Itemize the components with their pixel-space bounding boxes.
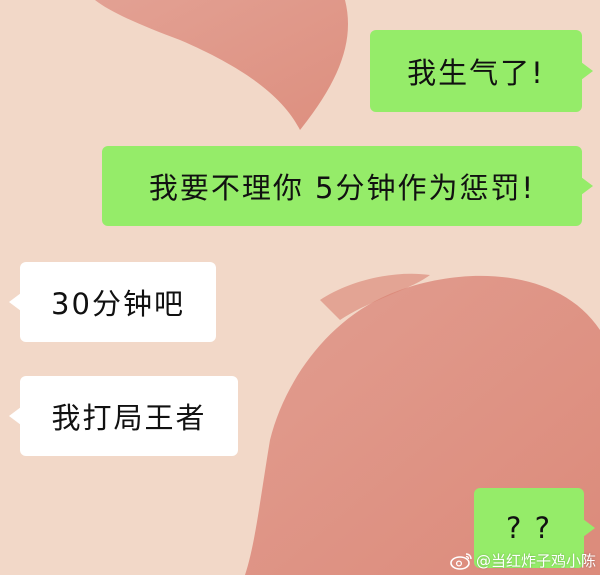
weibo-watermark: @当红炸子鸡小陈	[450, 550, 596, 571]
weibo-icon	[450, 552, 472, 570]
watermark-text: @当红炸子鸡小陈	[475, 552, 596, 570]
sent-message-bubble[interactable]: 我要不理你 5分钟作为惩罚!	[102, 146, 582, 226]
message-text: ? ?	[505, 511, 552, 545]
message-text: 我生气了!	[407, 56, 545, 90]
message-text: 我要不理你 5分钟作为惩罚!	[148, 171, 536, 205]
message-text: 30分钟吧	[51, 287, 185, 321]
received-message-bubble[interactable]: 我打局王者	[20, 376, 238, 456]
received-message-bubble[interactable]: 30分钟吧	[20, 262, 216, 342]
message-text: 我打局王者	[51, 401, 207, 435]
sent-message-bubble[interactable]: 我生气了!	[370, 30, 582, 112]
